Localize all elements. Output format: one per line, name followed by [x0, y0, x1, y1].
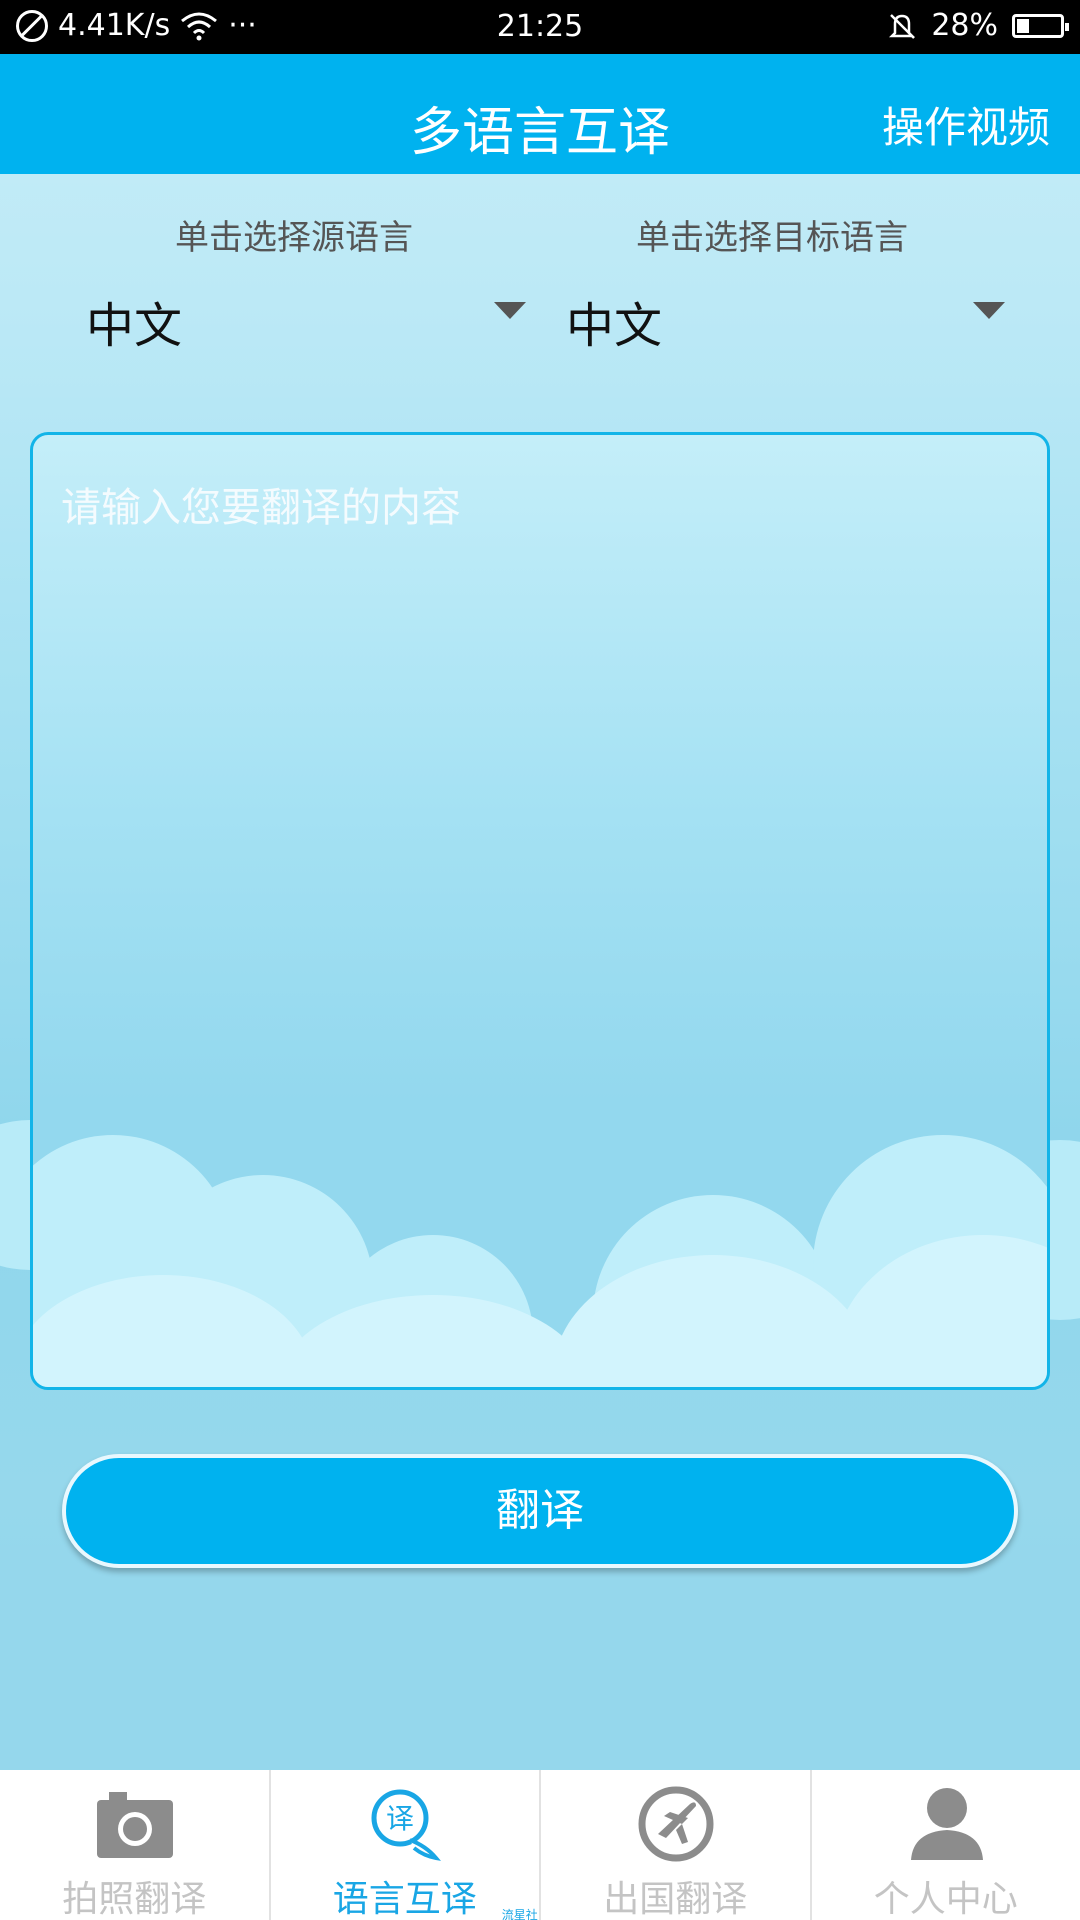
app-bar: 多语言互译 操作视频 — [0, 54, 1080, 174]
target-language-value: 中文 — [566, 298, 663, 354]
translate-chat-icon: 译 — [371, 1789, 441, 1861]
translation-input-box[interactable] — [30, 432, 1050, 1390]
tutorial-video-button[interactable]: 操作视频 — [882, 94, 1050, 155]
source-dropdown-arrow-icon — [494, 302, 526, 319]
watermark-text: 流星社区 — [501, 1908, 538, 1920]
nav-item-personal-center[interactable]: 个人中心 — [809, 1770, 1080, 1920]
nav-label: 出国翻译 — [603, 1879, 748, 1920]
nav-label: 语言互译 — [332, 1879, 477, 1920]
battery-percent: 28% — [931, 8, 998, 43]
translation-input[interactable] — [33, 435, 1047, 1387]
nav-item-photo-translate[interactable]: 拍照翻译 — [0, 1770, 269, 1920]
battery-icon — [1012, 13, 1069, 38]
translate-button[interactable]: 翻译 — [62, 1454, 1018, 1568]
app-screen: 4.41K/s ··· 21:25 28% 多语言互译 操作视频 单击选择源语言… — [0, 0, 1080, 1920]
person-icon — [910, 1788, 983, 1860]
status-right: 28% — [887, 8, 1069, 43]
nav-item-language-translate[interactable]: 译 语言互译 流星社区 — [268, 1770, 540, 1920]
target-language-hint: 单击选择目标语言 — [636, 218, 908, 258]
camera-icon — [97, 1792, 173, 1858]
svg-text:译: 译 — [385, 1802, 413, 1835]
target-dropdown-arrow-icon — [973, 302, 1005, 319]
bottom-navigation: 拍照翻译 译 语言互译 流星社区 出国翻译 个人 — [0, 1770, 1080, 1920]
nav-label: 个人中心 — [873, 1879, 1018, 1920]
nav-item-travel-translate[interactable]: 出国翻译 — [539, 1770, 810, 1920]
source-language-hint: 单击选择源语言 — [175, 218, 413, 258]
airplane-icon — [638, 1786, 714, 1862]
source-language-value: 中文 — [86, 298, 183, 354]
status-bar: 4.41K/s ··· 21:25 28% — [0, 0, 1080, 54]
nav-label: 拍照翻译 — [62, 1879, 207, 1920]
bell-muted-icon — [889, 13, 916, 39]
